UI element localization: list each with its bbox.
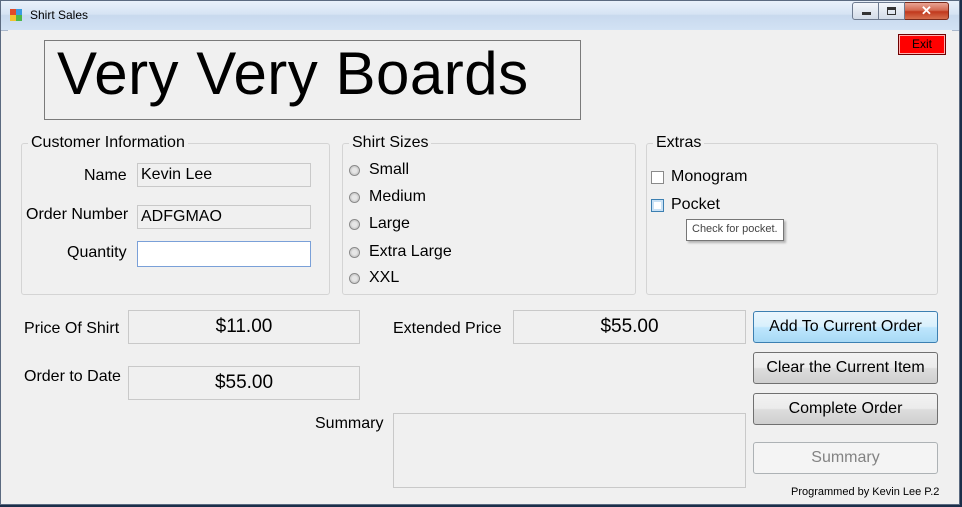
name-label: Name bbox=[84, 167, 127, 184]
summary-button[interactable]: Summary bbox=[753, 442, 938, 474]
radio-medium[interactable] bbox=[349, 192, 360, 203]
monogram-checkbox[interactable] bbox=[651, 171, 664, 184]
size-large-label[interactable]: Large bbox=[369, 215, 410, 233]
app-icon bbox=[10, 9, 22, 21]
radio-large[interactable] bbox=[349, 219, 360, 230]
clear-item-button[interactable]: Clear the Current Item bbox=[753, 352, 938, 384]
price-of-shirt-value: $11.00 bbox=[128, 310, 360, 344]
form-client-area: Exit Very Very Boards Customer Informati… bbox=[8, 30, 952, 502]
radio-extra-large[interactable] bbox=[349, 247, 360, 258]
window-title: Shirt Sales bbox=[30, 8, 89, 22]
summary-output bbox=[393, 413, 746, 488]
size-extra-large-label[interactable]: Extra Large bbox=[369, 243, 452, 261]
price-of-shirt-label: Price Of Shirt bbox=[24, 320, 120, 337]
name-field[interactable]: Kevin Lee bbox=[137, 163, 311, 187]
programmer-credit: Programmed by Kevin Lee P.2 bbox=[791, 486, 940, 498]
maximize-icon bbox=[887, 7, 896, 15]
quantity-input[interactable] bbox=[137, 241, 311, 267]
extended-price-label: Extended Price bbox=[393, 320, 502, 337]
order-to-date-value: $55.00 bbox=[128, 366, 360, 400]
pocket-label[interactable]: Pocket bbox=[671, 196, 720, 214]
size-medium-label[interactable]: Medium bbox=[369, 188, 426, 206]
complete-order-button[interactable]: Complete Order bbox=[753, 393, 938, 425]
monogram-label[interactable]: Monogram bbox=[671, 168, 747, 186]
size-small-label[interactable]: Small bbox=[369, 161, 409, 179]
app-window: Shirt Sales ✕ Exit Very Very Boards Cust… bbox=[0, 0, 960, 505]
radio-xxl[interactable] bbox=[349, 273, 360, 284]
pocket-checkbox[interactable] bbox=[651, 199, 664, 212]
size-xxl-label[interactable]: XXL bbox=[369, 269, 399, 287]
quantity-label: Quantity bbox=[67, 244, 127, 261]
customer-info-title: Customer Information bbox=[28, 134, 188, 152]
exit-button[interactable]: Exit bbox=[898, 34, 946, 55]
extended-price-value: $55.00 bbox=[513, 310, 746, 344]
logo-box: Very Very Boards bbox=[44, 40, 581, 120]
minimize-icon bbox=[862, 12, 871, 15]
order-to-date-label: Order to Date bbox=[24, 368, 121, 385]
radio-small[interactable] bbox=[349, 165, 360, 176]
close-icon: ✕ bbox=[921, 3, 932, 18]
summary-label: Summary bbox=[315, 415, 384, 432]
extras-title: Extras bbox=[653, 134, 705, 152]
window-controls: ✕ bbox=[852, 2, 949, 20]
title-bar[interactable]: Shirt Sales ✕ bbox=[1, 1, 959, 31]
close-button[interactable]: ✕ bbox=[905, 2, 949, 20]
shirt-sizes-title: Shirt Sizes bbox=[349, 134, 432, 152]
pocket-tooltip: Check for pocket. bbox=[686, 219, 784, 241]
order-number-label: Order Number bbox=[26, 206, 129, 223]
add-to-order-button[interactable]: Add To Current Order bbox=[753, 311, 938, 343]
minimize-button[interactable] bbox=[852, 2, 879, 20]
logo-text: Very Very Boards bbox=[57, 40, 529, 107]
order-number-field[interactable]: ADFGMAO bbox=[137, 205, 311, 229]
maximize-button[interactable] bbox=[879, 2, 905, 20]
